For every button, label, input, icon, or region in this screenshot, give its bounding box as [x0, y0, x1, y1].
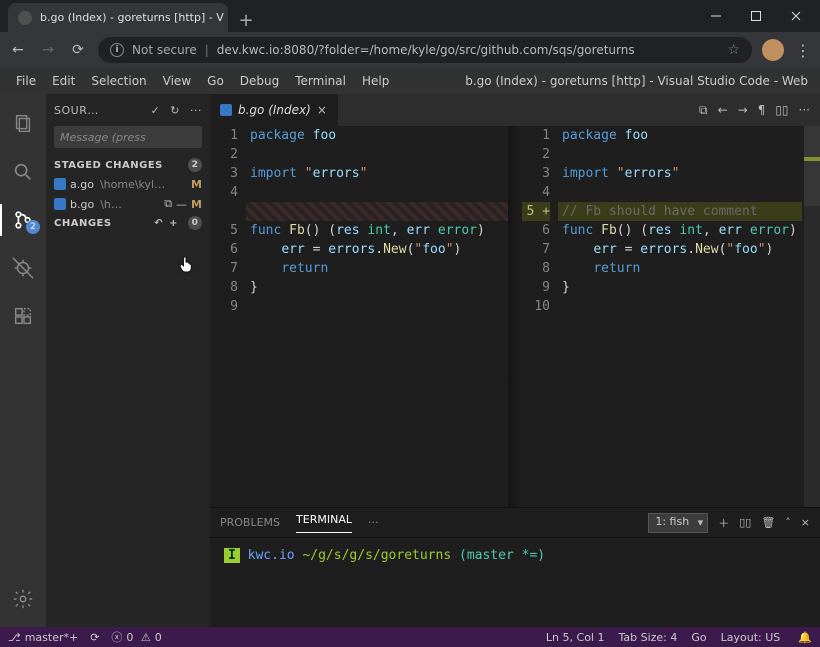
- diff-original-pane[interactable]: 123456789 package fooimport "errors"func…: [210, 126, 508, 507]
- branch-status[interactable]: ⎇ master*+: [8, 631, 78, 644]
- editor-tab[interactable]: b.go (Index) ×: [210, 94, 338, 126]
- kill-terminal-icon[interactable]: 🗑: [761, 516, 775, 529]
- terminal-tab[interactable]: TERMINAL: [296, 513, 352, 533]
- status-bar: ⎇ master*+ ⟳ ⓧ 0 ⚠ 0 Ln 5, Col 1 Tab Siz…: [0, 627, 820, 647]
- diff-editor: 123456789 package fooimport "errors"func…: [210, 126, 820, 507]
- commit-check-icon[interactable]: ✓: [151, 104, 161, 117]
- open-changes-icon[interactable]: ⧉: [699, 103, 708, 118]
- editor-tab-label: b.go (Index): [238, 103, 311, 117]
- debug-icon[interactable]: [0, 248, 46, 288]
- cursor-position[interactable]: Ln 5, Col 1: [546, 631, 605, 644]
- panel-more-icon[interactable]: ···: [368, 516, 379, 529]
- scm-badge: 2: [26, 220, 40, 234]
- new-terminal-icon[interactable]: ＋: [718, 515, 729, 531]
- browser-menu-button[interactable]: ⋮: [794, 41, 812, 60]
- commit-message-input[interactable]: Message (press: [54, 126, 202, 148]
- next-change-icon[interactable]: →: [738, 103, 748, 117]
- changes-section[interactable]: CHANGES ↶ + 0: [46, 214, 210, 232]
- window-minimize-button[interactable]: [696, 0, 736, 32]
- terminal-selector[interactable]: 1: fish: [648, 513, 708, 533]
- new-tab-button[interactable]: +: [234, 8, 258, 32]
- search-icon[interactable]: [0, 152, 46, 192]
- changes-count-badge: 0: [188, 216, 202, 230]
- editor-tabbar: b.go (Index) × ⧉ ← → ¶ ▯▯ ···: [210, 94, 820, 126]
- layout-status[interactable]: Layout: US: [721, 631, 781, 644]
- browser-toolbar: ← → ⟳ i Not secure | dev.kwc.io:8080/?fo…: [0, 32, 820, 68]
- scm-sidebar: SOUR… ✓ ↻ ··· Message (press STAGED CHAN…: [46, 94, 210, 627]
- bottom-panel: PROBLEMS TERMINAL ··· 1: fish ＋ ▯▯ 🗑 ˄ ×…: [210, 507, 820, 627]
- menu-terminal[interactable]: Terminal: [287, 74, 354, 88]
- address-bar[interactable]: i Not secure | dev.kwc.io:8080/?folder=/…: [98, 37, 752, 63]
- security-status: Not secure: [132, 43, 197, 57]
- prev-change-icon[interactable]: ←: [718, 103, 728, 117]
- staged-changes-section[interactable]: STAGED CHANGES 2: [46, 156, 210, 174]
- browser-tab-title: b.go (Index) - goreturns [http] - V: [40, 11, 224, 24]
- favicon: [18, 11, 32, 25]
- discard-all-icon[interactable]: ↶: [154, 218, 163, 229]
- go-file-icon: [54, 178, 66, 190]
- go-file-icon: [54, 198, 66, 210]
- activity-bar: 2: [0, 94, 46, 627]
- staged-count-badge: 2: [188, 158, 202, 172]
- unstage-icon[interactable]: —: [176, 198, 187, 211]
- minimap-add-marker: [804, 157, 820, 161]
- menu-selection[interactable]: Selection: [83, 74, 154, 88]
- stage-all-icon[interactable]: +: [169, 218, 178, 229]
- menu-help[interactable]: Help: [354, 74, 397, 88]
- split-editor-icon[interactable]: ▯▯: [775, 103, 788, 117]
- close-icon[interactable]: ×: [317, 103, 327, 117]
- browser-tab[interactable]: b.go (Index) - goreturns [http] - V ×: [8, 3, 228, 32]
- prompt-mode-indicator: I: [224, 548, 240, 563]
- sync-status[interactable]: ⟳: [90, 631, 99, 644]
- bookmark-icon[interactable]: ☆: [727, 42, 740, 58]
- refresh-icon[interactable]: ↻: [170, 104, 180, 117]
- problems-status[interactable]: ⓧ 0 ⚠ 0: [111, 629, 161, 645]
- profile-avatar[interactable]: [762, 39, 784, 61]
- minimap-viewport[interactable]: [804, 126, 820, 206]
- menu-debug[interactable]: Debug: [232, 74, 287, 88]
- menu-bar: FileEditSelectionViewGoDebugTerminalHelp…: [0, 68, 820, 94]
- window-maximize-button[interactable]: [736, 0, 776, 32]
- back-button[interactable]: ←: [8, 42, 28, 58]
- close-panel-icon[interactable]: ×: [801, 516, 810, 529]
- url-text: dev.kwc.io:8080/?folder=/home/kyle/go/sr…: [217, 43, 635, 57]
- tab-size-status[interactable]: Tab Size: 4: [618, 631, 677, 644]
- go-file-icon: [220, 104, 232, 116]
- language-status[interactable]: Go: [691, 631, 706, 644]
- menu-view[interactable]: View: [155, 74, 199, 88]
- more-actions-icon[interactable]: ···: [190, 104, 202, 117]
- forward-button[interactable]: →: [38, 42, 58, 58]
- minimap[interactable]: [804, 126, 820, 507]
- split-terminal-icon[interactable]: ▯▯: [739, 516, 751, 529]
- site-info-icon[interactable]: i: [110, 43, 124, 57]
- toggle-whitespace-icon[interactable]: ¶: [758, 103, 766, 117]
- editor-more-icon[interactable]: ···: [799, 103, 810, 117]
- terminal-body[interactable]: I kwc.io ~/g/s/g/s/goreturns (master *=): [210, 538, 820, 627]
- window-title: b.go (Index) - goreturns [http] - Visual…: [465, 74, 820, 88]
- explorer-icon[interactable]: [0, 104, 46, 144]
- extensions-icon[interactable]: [0, 296, 46, 336]
- sidebar-title: SOUR…: [54, 104, 99, 117]
- staged-file-row[interactable]: b.go \h… ⧉— M: [46, 194, 210, 214]
- notifications-icon[interactable]: 🔔: [798, 631, 812, 644]
- pointer-cursor: [178, 255, 196, 276]
- menu-go[interactable]: Go: [199, 74, 232, 88]
- reload-button[interactable]: ⟳: [68, 42, 88, 58]
- settings-gear-icon[interactable]: [0, 579, 46, 619]
- staged-file-row[interactable]: a.go \home\kyl… M: [46, 174, 210, 194]
- maximize-panel-icon[interactable]: ˄: [785, 516, 791, 529]
- source-control-icon[interactable]: 2: [0, 200, 46, 240]
- window-close-button[interactable]: [776, 0, 816, 32]
- menu-file[interactable]: File: [8, 74, 44, 88]
- menu-edit[interactable]: Edit: [44, 74, 83, 88]
- diff-modified-pane[interactable]: 12345 +678910 package fooimport "errors"…: [522, 126, 820, 507]
- problems-tab[interactable]: PROBLEMS: [220, 516, 280, 529]
- browser-titlebar: b.go (Index) - goreturns [http] - V × +: [0, 0, 820, 32]
- diff-splitter[interactable]: [508, 126, 522, 507]
- open-file-icon[interactable]: ⧉: [164, 197, 172, 211]
